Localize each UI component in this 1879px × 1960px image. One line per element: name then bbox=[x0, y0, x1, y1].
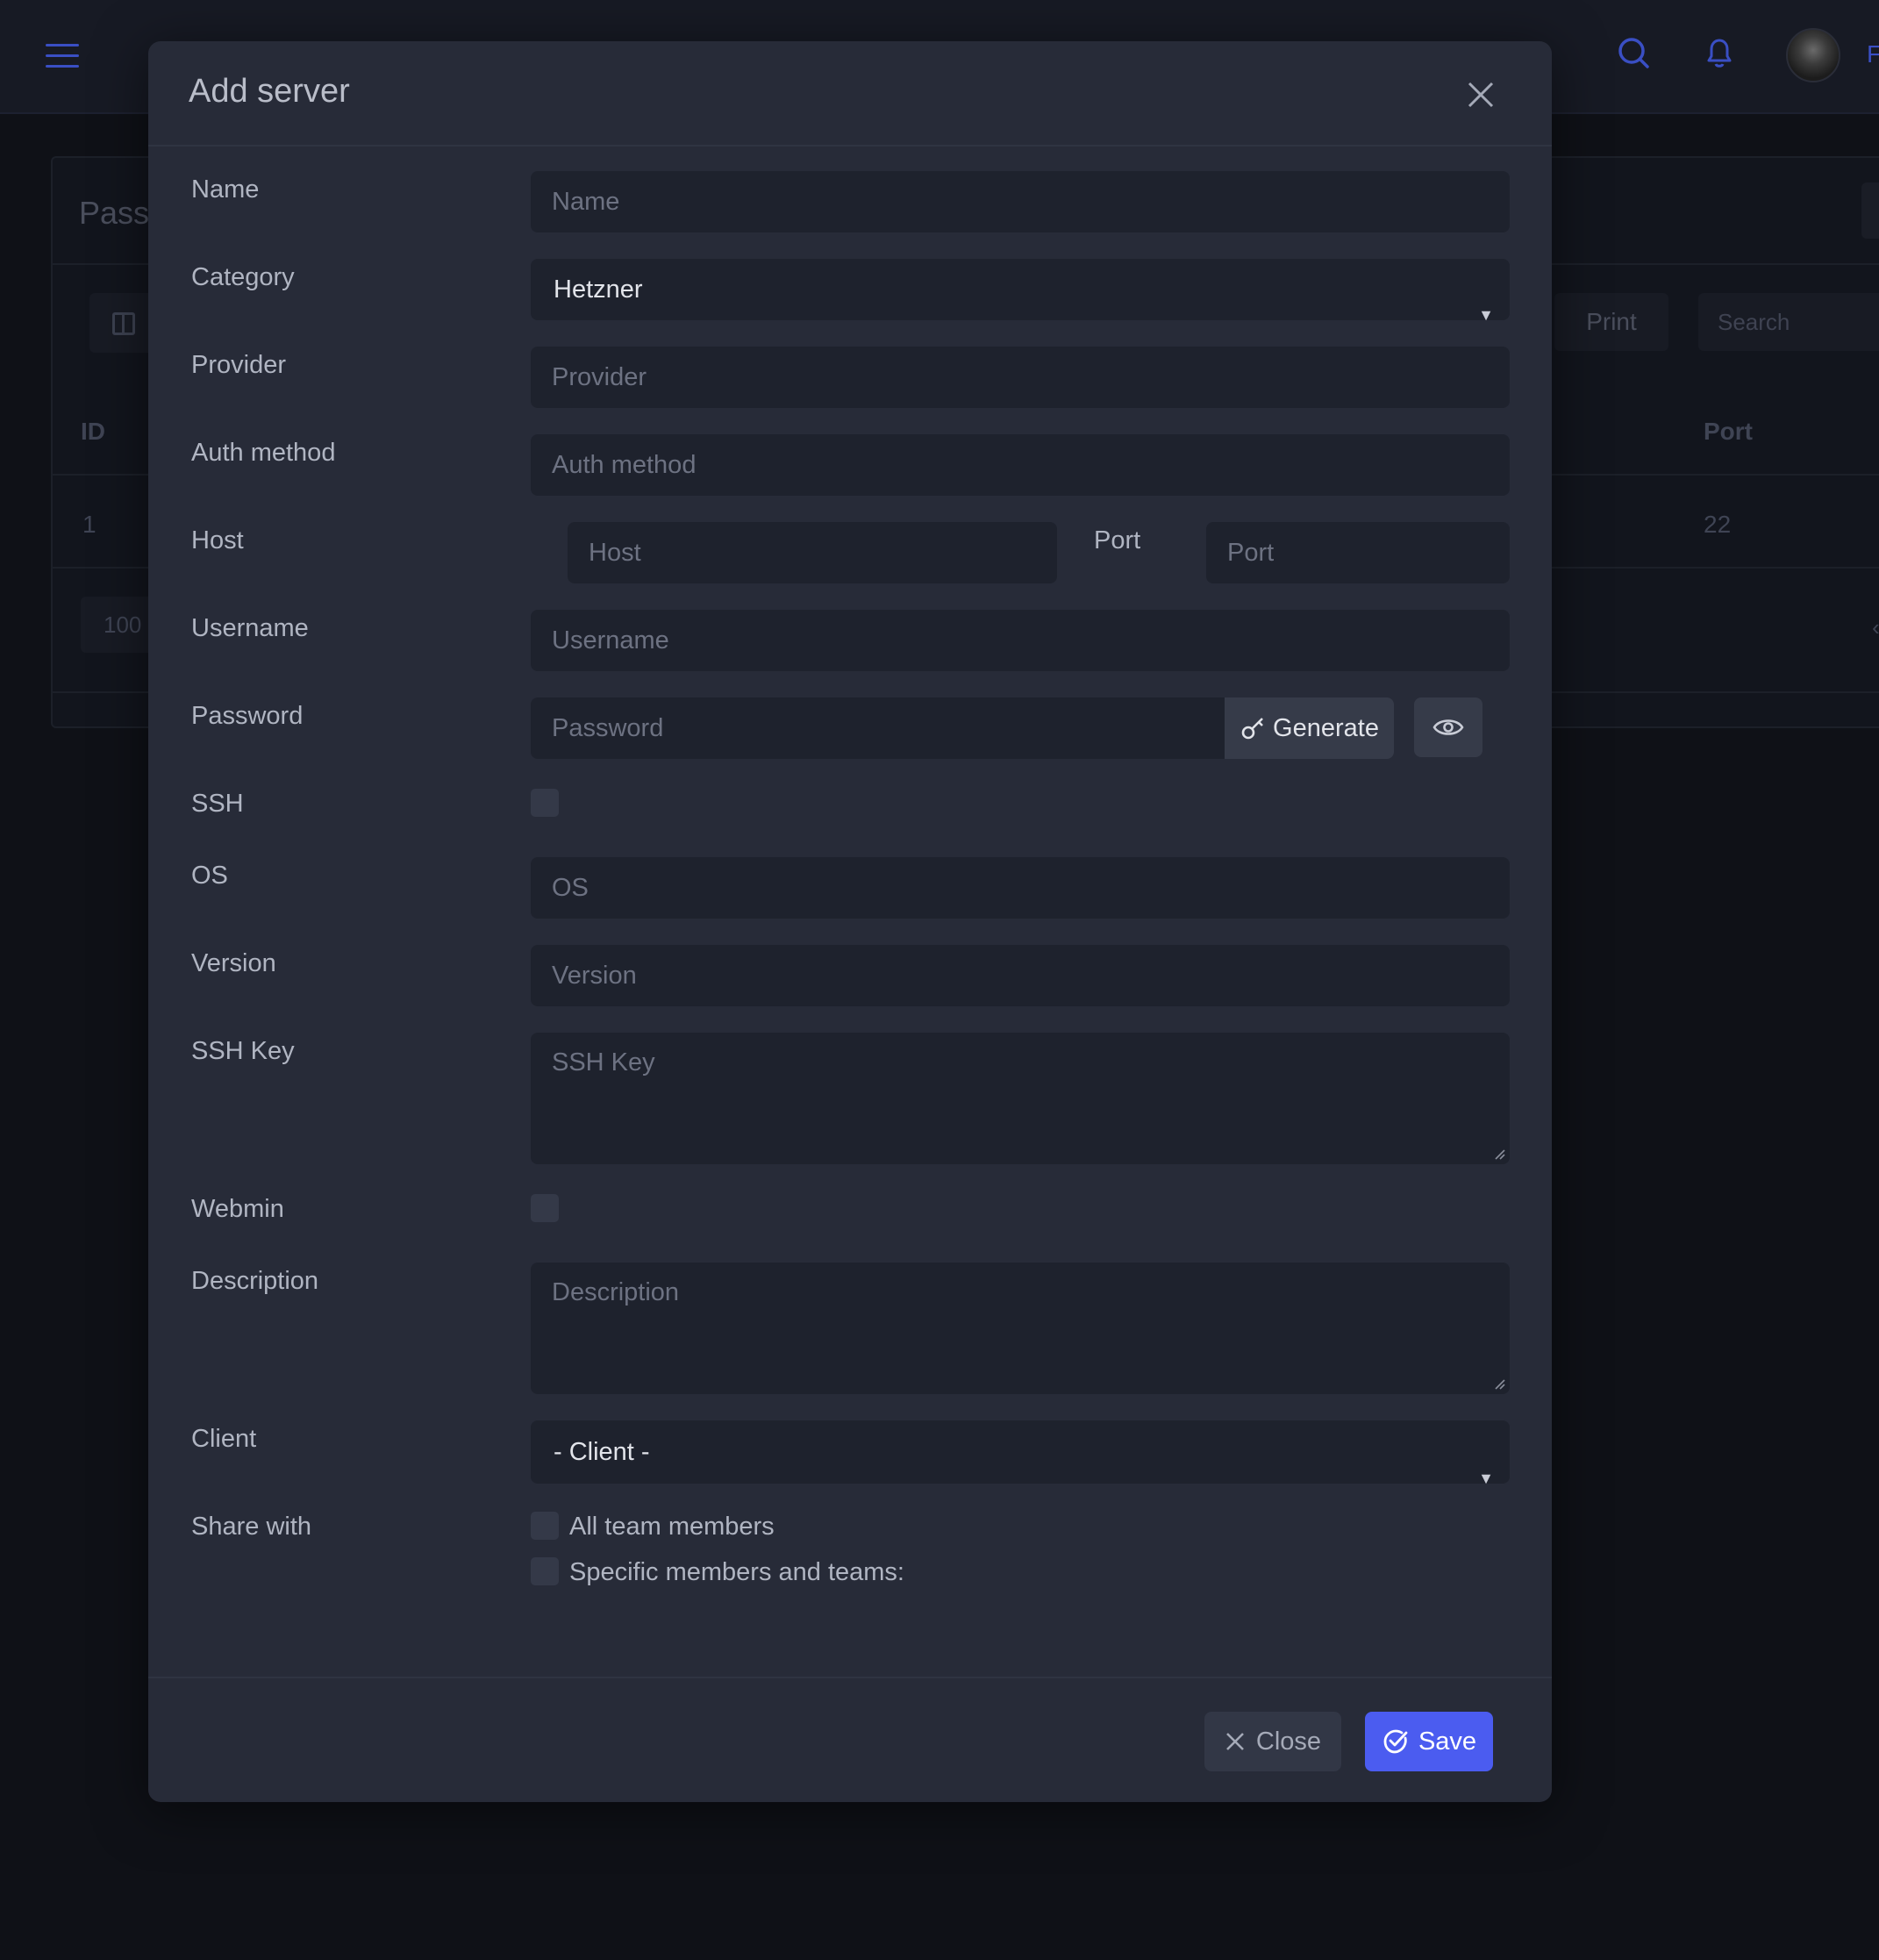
modal-footer-divider bbox=[148, 1677, 1552, 1678]
chevron-down-icon: ▼ bbox=[1478, 1470, 1494, 1487]
toggle-password-visibility-button[interactable] bbox=[1414, 697, 1482, 757]
columns-button[interactable] bbox=[89, 293, 156, 353]
close-icon bbox=[1226, 1733, 1244, 1750]
provider-input[interactable] bbox=[531, 347, 1510, 408]
port-label: Port bbox=[1094, 526, 1141, 554]
description-textarea[interactable] bbox=[531, 1263, 1510, 1394]
ssh-label: SSH bbox=[191, 790, 244, 818]
name-input[interactable] bbox=[531, 171, 1510, 232]
description-label: Description bbox=[191, 1267, 319, 1295]
provider-label: Provider bbox=[191, 351, 286, 379]
category-select[interactable]: Hetzner ▼ bbox=[531, 259, 1510, 324]
close-icon[interactable] bbox=[1462, 76, 1499, 113]
avatar[interactable] bbox=[1786, 28, 1840, 82]
close-label: Close bbox=[1255, 1727, 1322, 1756]
client-label: Client bbox=[191, 1425, 257, 1453]
os-label: OS bbox=[191, 862, 228, 890]
table-cell-id: 1 bbox=[82, 511, 96, 538]
generate-label: Generate bbox=[1273, 713, 1379, 742]
username-input[interactable] bbox=[531, 610, 1510, 671]
column-header-port[interactable]: Port bbox=[1704, 418, 1753, 446]
host-input[interactable] bbox=[568, 522, 1057, 583]
webmin-checkbox[interactable] bbox=[531, 1194, 559, 1222]
panel-action-button[interactable] bbox=[1861, 182, 1879, 239]
name-label: Name bbox=[191, 175, 260, 204]
search-icon[interactable] bbox=[1616, 35, 1651, 70]
ssh-key-textarea[interactable] bbox=[531, 1033, 1510, 1164]
bell-icon[interactable] bbox=[1702, 35, 1737, 70]
eye-icon bbox=[1432, 719, 1464, 735]
print-button[interactable]: Print bbox=[1554, 293, 1668, 351]
table-cell-port: 22 bbox=[1704, 511, 1732, 538]
save-button[interactable]: Save bbox=[1365, 1712, 1493, 1771]
auth-method-input[interactable] bbox=[531, 434, 1510, 496]
generate-password-button[interactable]: Generate bbox=[1225, 697, 1394, 759]
ssh-key-label: SSH Key bbox=[191, 1037, 295, 1065]
category-value: Hetzner bbox=[554, 275, 643, 304]
all-team-members-label: All team members bbox=[569, 1513, 775, 1541]
columns-icon bbox=[112, 312, 135, 335]
port-input[interactable] bbox=[1206, 522, 1510, 583]
table-search-input[interactable]: Search bbox=[1698, 293, 1879, 351]
username-label: Username bbox=[191, 614, 309, 642]
user-name-cut: F bbox=[1867, 40, 1879, 68]
version-input[interactable] bbox=[531, 945, 1510, 1006]
auth-method-label: Auth method bbox=[191, 439, 336, 467]
all-team-members-checkbox[interactable] bbox=[531, 1512, 559, 1540]
column-header-id[interactable]: ID bbox=[81, 418, 105, 446]
specific-members-label: Specific members and teams: bbox=[569, 1558, 904, 1586]
os-input[interactable] bbox=[531, 857, 1510, 919]
version-label: Version bbox=[191, 949, 276, 977]
panel-title: Pass bbox=[79, 195, 150, 231]
host-label: Host bbox=[191, 526, 244, 554]
password-input[interactable] bbox=[531, 697, 1225, 759]
save-label: Save bbox=[1418, 1727, 1477, 1756]
add-server-modal: Add server Name Category Hetzner ▼ Provi… bbox=[148, 41, 1552, 1802]
key-icon bbox=[1241, 718, 1263, 740]
share-with-label: Share with bbox=[191, 1513, 312, 1541]
chevron-left-icon[interactable]: ‹ bbox=[1872, 614, 1879, 641]
specific-members-checkbox[interactable] bbox=[531, 1557, 559, 1585]
check-circle-icon bbox=[1383, 1729, 1408, 1754]
modal-title: Add server bbox=[189, 73, 350, 110]
close-button[interactable]: Close bbox=[1204, 1712, 1341, 1771]
hamburger-icon[interactable] bbox=[46, 44, 79, 68]
chevron-down-icon: ▼ bbox=[1478, 306, 1494, 324]
category-label: Category bbox=[191, 263, 295, 291]
client-select[interactable]: - Client - ▼ bbox=[531, 1420, 1510, 1487]
modal-header: Add server bbox=[148, 41, 1552, 147]
password-label: Password bbox=[191, 702, 304, 730]
client-value: - Client - bbox=[554, 1438, 650, 1466]
webmin-label: Webmin bbox=[191, 1195, 284, 1223]
ssh-checkbox[interactable] bbox=[531, 789, 559, 817]
